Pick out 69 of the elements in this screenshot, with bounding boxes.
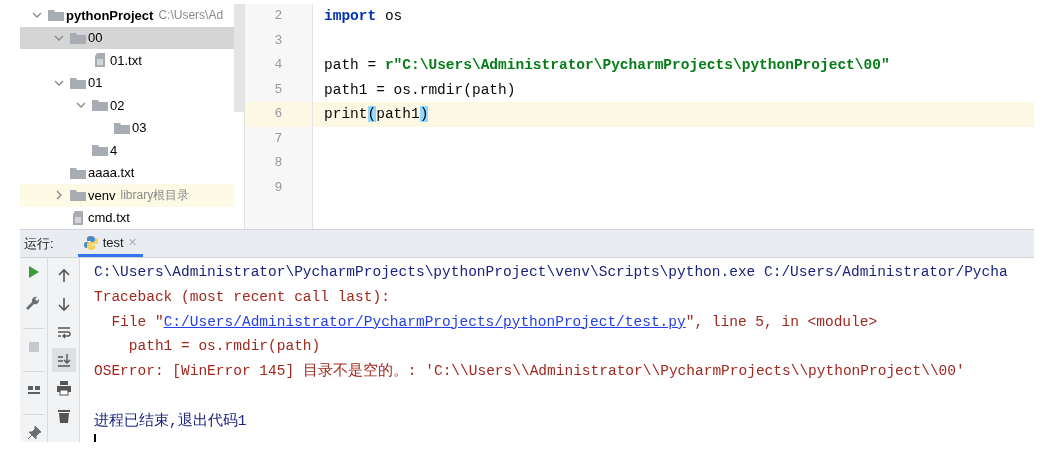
line-number: 2	[273, 7, 284, 25]
item-label: 00	[88, 29, 103, 47]
folder-icon	[114, 121, 130, 134]
line-number: 3	[273, 31, 284, 50]
tree-row[interactable]: 02	[20, 94, 234, 117]
code-line: path = r"C:\Users\Administrator\PycharmProjects\pythonProject\00"	[324, 57, 890, 73]
text-cursor	[94, 433, 96, 442]
folder-icon	[92, 144, 108, 157]
item-label: pythonProject	[66, 6, 154, 25]
tree-row[interactable]: 03	[20, 116, 234, 139]
scroll-to-end-button[interactable]	[51, 348, 76, 372]
chevron-down-icon[interactable]	[32, 12, 42, 19]
code-line: path1 = os.rmdir(path)	[324, 81, 516, 98]
item-label: cmd.txt	[88, 209, 130, 227]
console-text: ", line 5, in <module>	[685, 313, 878, 330]
file-link[interactable]: C:/Users/Administrator/PycharmProjects/pythonProject/test.py	[163, 313, 686, 330]
tree-row[interactable]: aaaa.txt	[20, 161, 234, 184]
text-file-icon	[72, 210, 84, 225]
item-hint: library根目录	[120, 187, 190, 205]
folder-icon	[70, 76, 86, 89]
chevron-right-icon[interactable]	[56, 190, 62, 201]
console-text: 进程已结束,退出代码1	[94, 412, 247, 429]
item-label: 03	[132, 119, 147, 137]
line-number: 9	[273, 178, 284, 197]
wrench-icon[interactable]	[25, 296, 42, 312]
item-label: 02	[110, 96, 125, 115]
line-number: 4	[273, 56, 284, 74]
folder-icon	[70, 189, 86, 202]
folder-icon	[92, 99, 108, 112]
scrollbar-thumb[interactable]	[234, 4, 244, 112]
tree-row[interactable]: cmd.txt	[20, 206, 234, 229]
trash-icon	[55, 408, 72, 424]
chevron-down-icon[interactable]	[54, 79, 64, 86]
console-text: File "	[110, 313, 164, 330]
printer-icon	[55, 380, 72, 396]
line-number: 5	[273, 80, 284, 99]
tree-row[interactable]: 01	[20, 71, 234, 94]
console-text: OSError: [WinError 145] 目录不是空的。: 'C:\\Users\\Administrator\\PycharmProjects\\pythonProject\\00'	[94, 363, 965, 380]
pin-icon[interactable]	[25, 425, 42, 441]
soft-wrap-icon	[55, 324, 72, 340]
code-line: import os	[324, 8, 403, 24]
console-text: C:\Users\Administrator\PycharmProjects\pythonProject\venv\Scripts\python.exe C:/Users/Administrator/Pycha	[94, 264, 1008, 280]
folder-icon	[48, 9, 64, 22]
code-line: print(path1)	[324, 106, 429, 122]
python-icon	[83, 235, 98, 250]
chevron-down-icon[interactable]	[54, 34, 64, 41]
scroll-to-end-icon	[55, 352, 72, 368]
text-file-icon	[94, 53, 106, 68]
tree-row[interactable]: venv library根目录	[20, 184, 234, 207]
item-label: aaaa.txt	[88, 164, 135, 182]
run-label: 运行:	[23, 234, 55, 253]
item-label: 01	[88, 74, 103, 92]
folder-icon	[70, 166, 86, 179]
tree-row[interactable]: 00	[20, 26, 234, 49]
tree-row[interactable]: pythonProject C:\Users\Ad	[20, 4, 234, 27]
line-number: 7	[273, 129, 284, 148]
item-label: venv	[88, 186, 116, 205]
line-number: 8	[273, 154, 284, 172]
line-number: 6	[245, 102, 312, 127]
folder-icon	[70, 31, 86, 44]
chevron-down-icon[interactable]	[76, 102, 86, 109]
tree-row[interactable]: 4	[20, 139, 234, 162]
item-label: 4	[110, 141, 118, 160]
arrow-down-icon	[55, 296, 72, 312]
tree-row[interactable]: 01.txt	[20, 49, 234, 72]
item-label: 01.txt	[110, 51, 142, 70]
console-text: Traceback (most recent call last):	[94, 288, 390, 305]
console-text: path1 = os.rmdir(path)	[127, 338, 321, 355]
item-hint: C:\Users\Ad	[158, 7, 224, 25]
